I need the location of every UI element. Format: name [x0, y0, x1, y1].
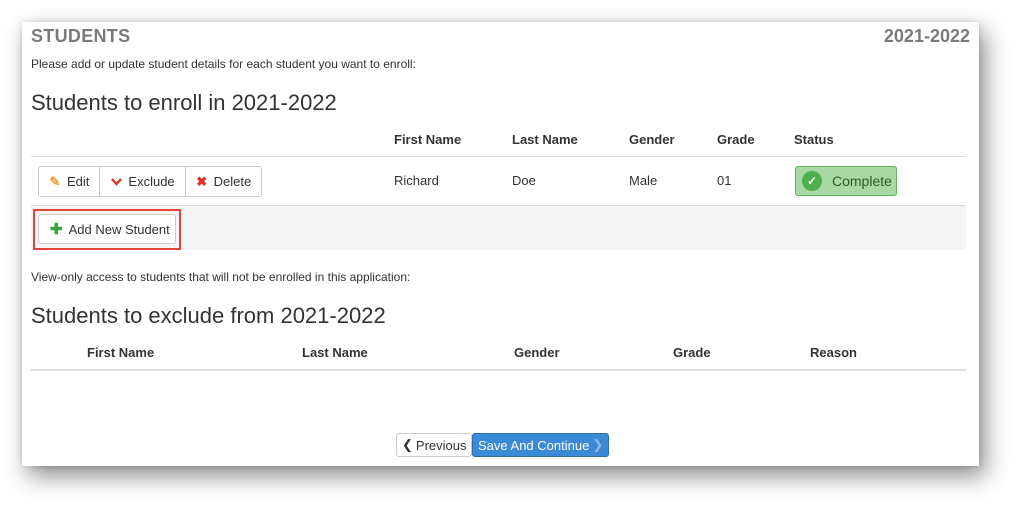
- student-last-name: Doe: [512, 173, 536, 188]
- save-and-continue-button[interactable]: Save And Continue ❯: [472, 433, 610, 457]
- edit-button[interactable]: ✎ Edit: [38, 166, 101, 197]
- exclude-button[interactable]: Exclude: [100, 166, 186, 197]
- students-panel: STUDENTS 2021-2022 Please add or update …: [22, 22, 979, 466]
- excl-col-first-name: First Name: [87, 345, 155, 360]
- edit-label: Edit: [67, 174, 90, 189]
- check-circle-icon: ✓: [802, 171, 822, 191]
- excl-col-reason: Reason: [810, 345, 857, 360]
- status-label: Complete: [832, 173, 892, 189]
- pencil-icon: ✎: [49, 173, 61, 189]
- student-first-name: Richard: [394, 173, 439, 188]
- previous-button[interactable]: ❮ Previous: [396, 433, 473, 457]
- student-grade: 01: [717, 173, 732, 188]
- chevron-down-icon: [110, 174, 122, 189]
- exclude-label: Exclude: [128, 174, 175, 189]
- x-icon: ✖: [196, 173, 208, 189]
- student-gender: Male: [629, 173, 658, 188]
- save-and-continue-label: Save And Continue: [478, 437, 590, 453]
- chevron-left-icon: ❮: [402, 437, 413, 452]
- chevron-right-icon: ❯: [592, 437, 604, 452]
- intro-text: Please add or update student details for…: [31, 57, 416, 71]
- table-header-divider: [31, 156, 966, 157]
- school-year: 2021-2022: [883, 26, 970, 46]
- col-first-name: First Name: [394, 132, 462, 147]
- col-status: Status: [794, 132, 834, 147]
- excl-col-gender: Gender: [514, 345, 560, 360]
- status-badge[interactable]: ✓ Complete: [795, 166, 897, 196]
- page-title: STUDENTS: [31, 26, 131, 46]
- excl-col-last-name: Last Name: [302, 345, 368, 360]
- plus-icon: ✚: [50, 221, 63, 238]
- delete-button[interactable]: ✖ Delete: [185, 166, 263, 197]
- add-new-student-button[interactable]: ✚ Add New Student: [38, 214, 176, 244]
- col-grade: Grade: [717, 132, 755, 147]
- col-gender: Gender: [629, 132, 675, 147]
- exclude-table-divider: [31, 369, 966, 371]
- excl-col-grade: Grade: [673, 345, 711, 360]
- row-action-group: ✎ Edit Exclude ✖ Delete: [38, 166, 263, 197]
- enroll-section-title: Students to enroll in 2021-2022: [31, 90, 337, 115]
- exclude-section-title: Students to exclude from 2021-2022: [31, 303, 386, 328]
- add-new-student-label: Add New Student: [68, 221, 170, 237]
- col-last-name: Last Name: [512, 132, 578, 147]
- delete-label: Delete: [213, 174, 252, 189]
- view-only-note: View-only access to students that will n…: [31, 270, 411, 284]
- previous-label: Previous: [415, 437, 467, 453]
